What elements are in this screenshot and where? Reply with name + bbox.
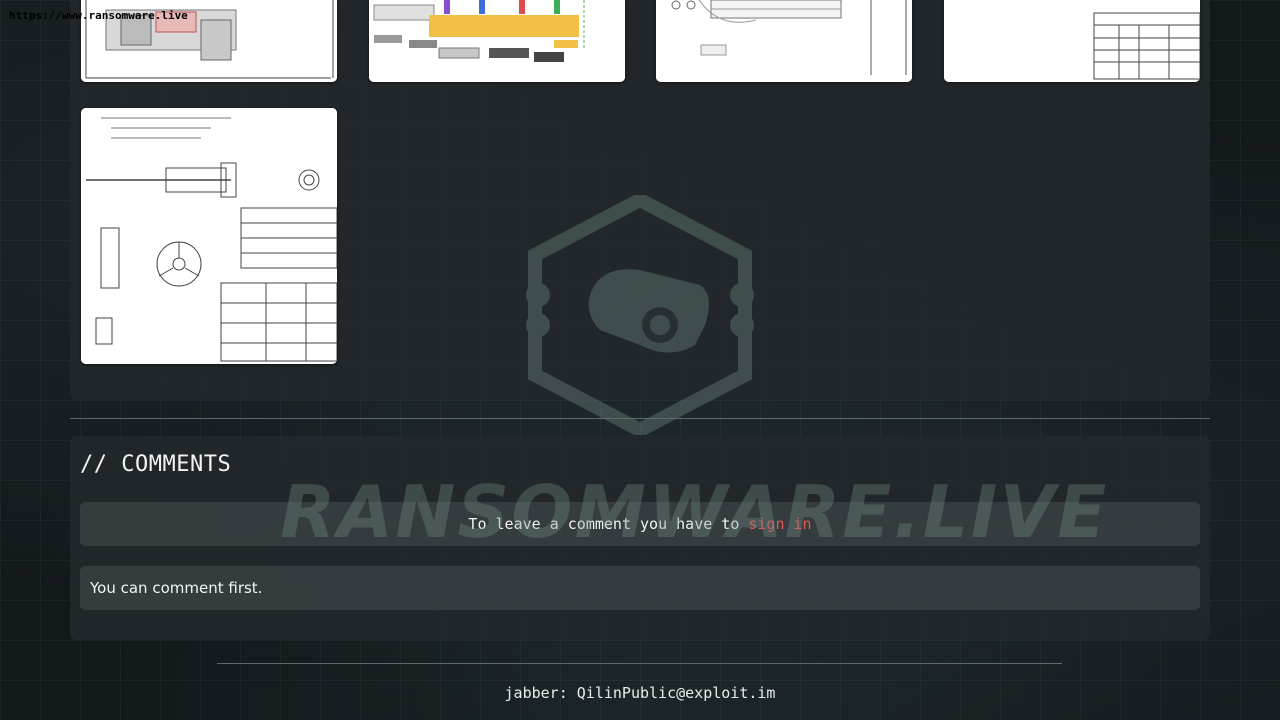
- signin-link[interactable]: sign in: [748, 515, 811, 533]
- footer-contact: jabber: QilinPublic@exploit.im: [504, 684, 776, 702]
- thumbnail-revision-table[interactable]: [944, 0, 1200, 82]
- site-url: https://www.ransomware.live: [9, 9, 188, 22]
- gallery-panel: [70, 0, 1210, 400]
- signin-prompt-box: To leave a comment you have to sign in: [80, 502, 1200, 546]
- section-divider: [70, 418, 1210, 419]
- comments-panel: // COMMENTS To leave a comment you have …: [70, 436, 1210, 640]
- thumbnail-technical-drawing-2[interactable]: [656, 0, 912, 82]
- signin-prompt-text: To leave a comment you have to: [468, 515, 740, 533]
- comments-heading: // COMMENTS: [80, 452, 232, 477]
- thumbnail-wiring-diagram[interactable]: [369, 0, 625, 82]
- footer-divider: [217, 663, 1062, 664]
- thumbnail-screw-drawing[interactable]: [81, 108, 337, 364]
- empty-comments-message: You can comment first.: [80, 566, 1200, 610]
